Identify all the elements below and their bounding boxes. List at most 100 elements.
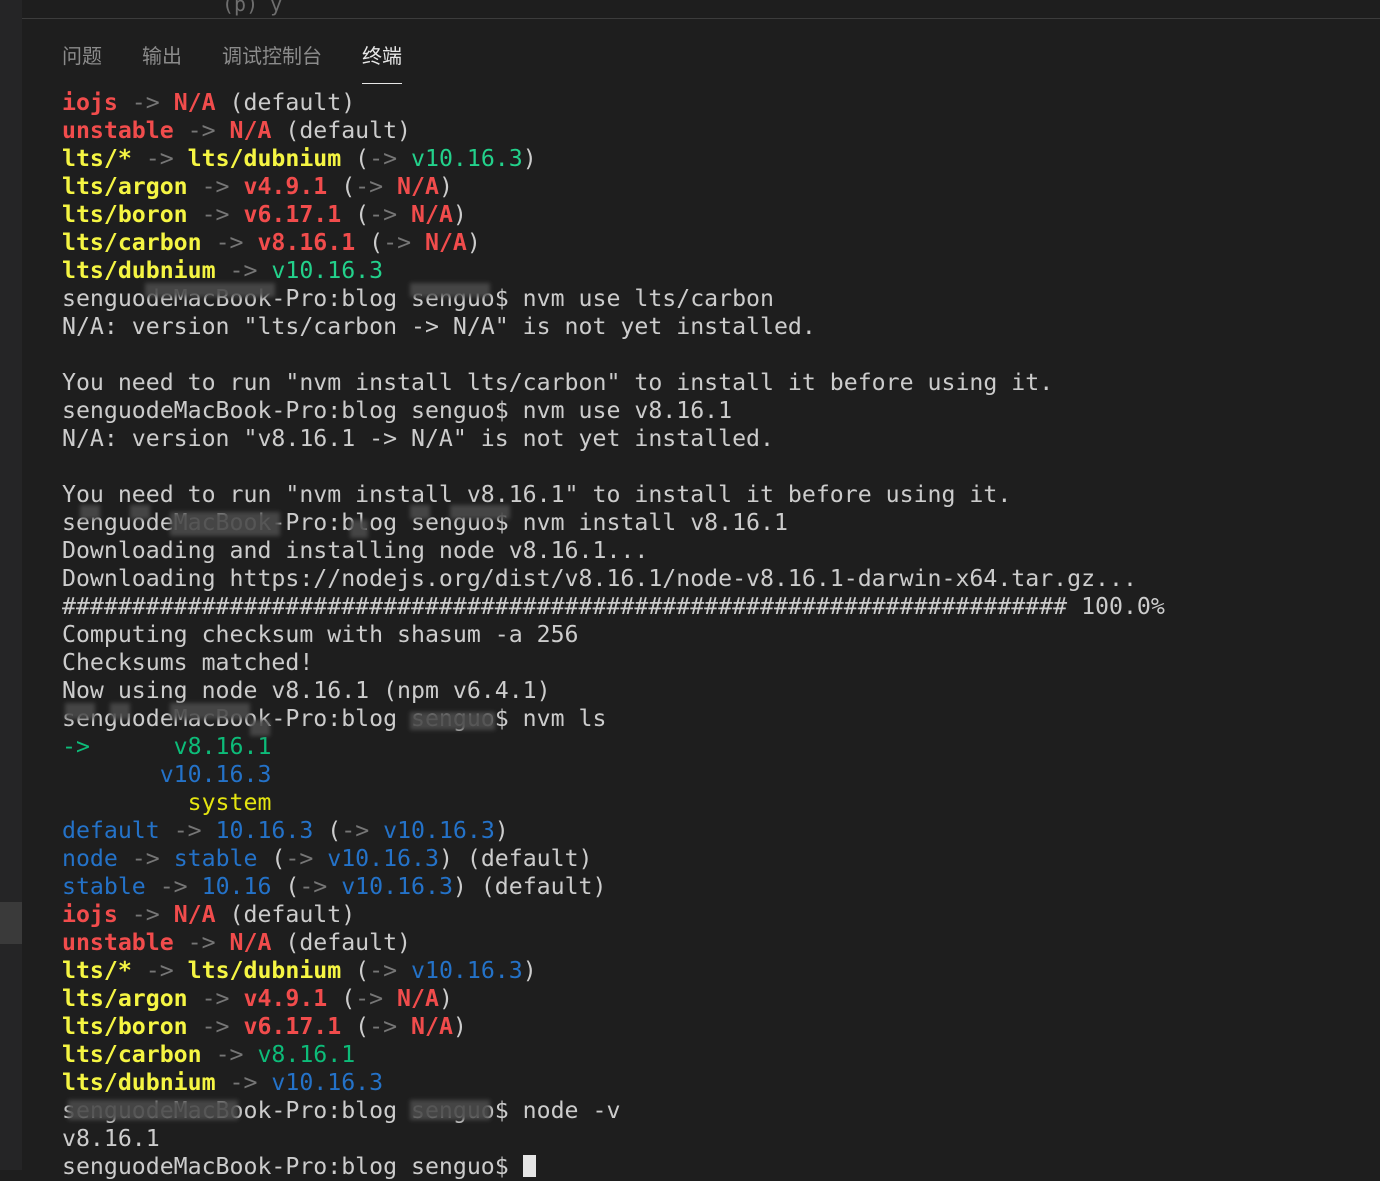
terminal-line: Downloading and installing node v8.16.1.…	[62, 537, 1362, 565]
terminal-text: ->	[369, 1013, 398, 1040]
terminal-text: 10.16.3	[215, 817, 314, 844]
redaction-blur	[250, 720, 270, 736]
terminal-text: ) (default)	[452, 873, 607, 900]
terminal-text: ->	[201, 1041, 258, 1068]
terminal-line: lts/boron -> v6.17.1 (-> N/A)	[62, 201, 1362, 229]
terminal-text: You need to run "nvm install v8.16.1" to…	[62, 481, 1012, 508]
terminal-text: ) (default)	[438, 845, 593, 872]
terminal-text: ->	[383, 229, 412, 256]
terminal-text: (	[257, 845, 286, 872]
terminal-line: ########################################…	[62, 593, 1362, 621]
terminal-line: lts/carbon -> v8.16.1 (-> N/A)	[62, 229, 1362, 257]
terminal-text: lts/carbon	[62, 229, 202, 256]
terminal-text: ->	[117, 901, 174, 928]
terminal-text: N/A	[411, 229, 467, 256]
terminal-text: lts/dubnium	[62, 1069, 216, 1096]
terminal-text: lts/carbon	[62, 1041, 202, 1068]
terminal-line: unstable -> N/A (default)	[62, 929, 1362, 957]
terminal-text: ->	[355, 173, 384, 200]
terminal-text: ->	[299, 873, 328, 900]
terminal-text: v10.16.3	[62, 761, 272, 788]
terminal-line: -> v8.16.1	[62, 733, 1362, 761]
terminal-text: v10.16.3	[369, 817, 495, 844]
tab-terminal[interactable]: 终端	[362, 40, 402, 84]
terminal-text: N/A	[173, 89, 216, 116]
terminal-text: v10.16.3	[271, 1069, 384, 1096]
tab-debug-console[interactable]: 调试控制台	[222, 40, 322, 84]
terminal-text: stable	[62, 873, 146, 900]
terminal-text: ->	[355, 985, 384, 1012]
terminal-text: v6.17.1	[243, 1013, 342, 1040]
redaction-blur	[410, 712, 495, 730]
terminal-line: lts/boron -> v6.17.1 (-> N/A)	[62, 1013, 1362, 1041]
terminal-text: v10.16.3	[271, 257, 384, 284]
terminal-line: iojs -> N/A (default)	[62, 89, 1362, 117]
terminal-line: lts/carbon -> v8.16.1	[62, 1041, 1362, 1069]
terminal-text: v4.9.1	[243, 173, 328, 200]
terminal-text: ->	[187, 201, 244, 228]
terminal-text: ->	[117, 845, 174, 872]
terminal-text: ->	[215, 1069, 272, 1096]
redaction-blur	[170, 512, 280, 536]
terminal-text: N/A: version "lts/carbon -> N/A" is not …	[62, 313, 816, 340]
tab-problems[interactable]: 问题	[62, 40, 102, 84]
terminal-line: default -> 10.16.3 (-> v10.16.3)	[62, 817, 1362, 845]
terminal-line: N/A: version "lts/carbon -> N/A" is not …	[62, 313, 1362, 341]
terminal-text: (	[271, 873, 300, 900]
terminal-line: v10.16.3	[62, 761, 1362, 789]
terminal-output[interactable]: iojs -> N/A (default) unstable -> N/A (de…	[62, 89, 1362, 1181]
terminal-text: ->	[187, 985, 244, 1012]
terminal-line: lts/* -> lts/dubnium (-> v10.16.3)	[62, 957, 1362, 985]
terminal-text: ->	[173, 929, 230, 956]
terminal-text: lts/dubnium	[187, 957, 342, 984]
terminal-text: Downloading https://nodejs.org/dist/v8.1…	[62, 565, 1137, 592]
redaction-blur	[350, 520, 368, 538]
terminal-text: lts/boron	[62, 201, 188, 228]
terminal-text: v10.16.3	[397, 957, 523, 984]
terminal-text: N/A	[229, 117, 272, 144]
editor-top-strip: (p) y	[22, 0, 1380, 19]
redaction-blur	[65, 703, 95, 719]
terminal-text: senguodeMacBook-Pro:blog senguo$ nvm ls	[62, 705, 607, 732]
terminal-text: v10.16.3	[327, 873, 453, 900]
terminal-line: You need to run "nvm install lts/carbon"…	[62, 369, 1362, 397]
terminal-text: (	[341, 145, 370, 172]
terminal-text: ->	[285, 845, 314, 872]
terminal-line: lts/argon -> v4.9.1 (-> N/A)	[62, 985, 1362, 1013]
redaction-blur	[410, 283, 490, 297]
terminal-text: lts/dubnium	[187, 145, 342, 172]
terminal-line: Downloading https://nodejs.org/dist/v8.1…	[62, 565, 1362, 593]
terminal-text: 10.16	[201, 873, 272, 900]
terminal-text: senguodeMacBook-Pro:blog senguo$ nvm use…	[62, 397, 733, 424]
terminal-text: N/A	[383, 985, 439, 1012]
terminal-text: N/A	[383, 173, 439, 200]
terminal-text: ->	[117, 89, 174, 116]
terminal-text: lts/boron	[62, 1013, 188, 1040]
terminal-text: )	[522, 957, 537, 984]
gutter-marker	[0, 902, 22, 944]
terminal-text: N/A: version "v8.16.1 -> N/A" is not yet…	[62, 425, 774, 452]
terminal-text: ->	[173, 117, 230, 144]
terminal-text: ->	[201, 229, 258, 256]
terminal-line: lts/argon -> v4.9.1 (-> N/A)	[62, 173, 1362, 201]
terminal-text: ########################################…	[62, 593, 1165, 620]
terminal-text: (	[355, 229, 384, 256]
terminal-text: N/A	[173, 901, 216, 928]
terminal-text: lts/dubnium	[62, 257, 216, 284]
redaction-blur	[145, 283, 275, 297]
redaction-blur	[410, 505, 430, 519]
terminal-text: Checksums matched!	[62, 649, 314, 676]
terminal-text: ->	[131, 957, 188, 984]
terminal-text: iojs	[62, 901, 118, 928]
terminal-text: v6.17.1	[243, 201, 342, 228]
redaction-blur	[130, 505, 150, 519]
terminal-text: )	[494, 817, 509, 844]
terminal-text: lts/*	[62, 957, 132, 984]
terminal-text: ->	[62, 733, 90, 760]
terminal-text: v8.16.1	[257, 1041, 356, 1068]
terminal-text: ->	[187, 1013, 244, 1040]
tab-output[interactable]: 输出	[142, 40, 182, 84]
terminal-text: lts/*	[62, 145, 132, 172]
terminal-text: (	[341, 1013, 370, 1040]
